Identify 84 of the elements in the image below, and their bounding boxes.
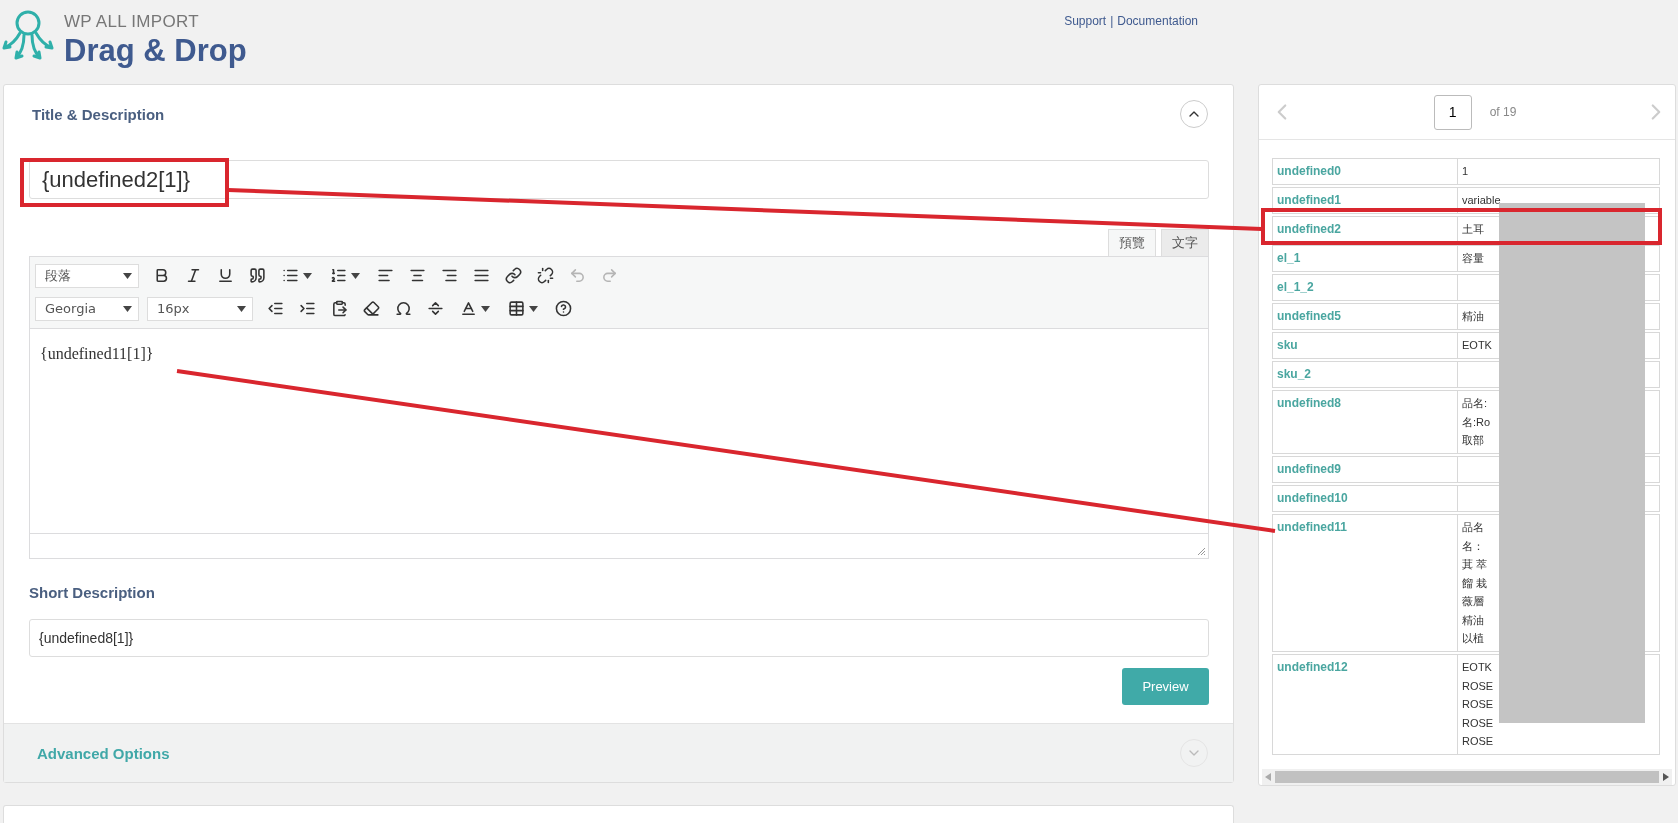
undo-icon (568, 267, 586, 284)
caret-icon (529, 305, 538, 312)
field-name-cell: sku_2 (1273, 362, 1458, 387)
align-right-icon (440, 267, 458, 284)
editor-tab[interactable]: 預覽 (1108, 229, 1156, 257)
field-name-cell: undefined12 (1273, 655, 1458, 754)
align-left-icon (376, 267, 394, 284)
caret-icon (123, 272, 132, 279)
short-description-field[interactable]: {undefined8[1]} (29, 619, 1209, 657)
field-value-text: ROSE (1462, 679, 1494, 693)
field-value-text: 品名 (1462, 521, 1484, 534)
support-link[interactable]: Support (1064, 14, 1107, 28)
caret-icon (351, 272, 360, 279)
help-icon (554, 300, 572, 317)
field-value-text: 以植 (1462, 632, 1484, 645)
caret-icon (303, 272, 312, 279)
field-value-text: 名： (1462, 539, 1484, 553)
brand-name: WP ALL IMPORT (64, 12, 200, 32)
collapse-button[interactable] (1180, 100, 1208, 128)
outdent-icon (266, 300, 284, 317)
field-name-cell: undefined1 (1273, 188, 1458, 213)
page-field[interactable]: 1 (1433, 94, 1472, 130)
documentation-link[interactable]: Documentation (1117, 14, 1198, 28)
caret-icon (481, 305, 490, 312)
field-name-cell: el_1 (1273, 246, 1458, 271)
field-value-text: 精油 (1462, 310, 1484, 323)
field-value-text: variable (1462, 194, 1501, 207)
field-value-text: ROSE (1462, 735, 1494, 748)
editor-content[interactable]: {undefined11[1]} (40, 345, 154, 362)
section-title: Title & Description (32, 105, 165, 123)
eraser-icon (362, 300, 380, 317)
clipboard-icon (330, 300, 348, 317)
field-name-cell: undefined10 (1273, 486, 1458, 511)
field-name-cell: undefined2 (1273, 217, 1458, 242)
field-name-cell: undefined8 (1273, 391, 1458, 453)
link-separator: | (1110, 14, 1114, 28)
field-value-text: 精油 (1462, 613, 1484, 627)
field-value-text: 取部 (1462, 434, 1484, 447)
field-value-text: 品名: (1462, 397, 1488, 410)
field-value-text: 薇層 (1462, 595, 1484, 608)
editor-tab[interactable]: 文字 (1161, 229, 1209, 257)
justify-icon (472, 267, 490, 284)
field-value-text: 土耳 (1462, 223, 1484, 236)
advanced-options-title: Advanced Options (37, 744, 170, 762)
field-value-text: 1 (1462, 165, 1469, 178)
field-name-cell: undefined9 (1273, 457, 1458, 482)
caret-icon (123, 305, 132, 312)
field-value-text: 萁 萃 (1462, 558, 1488, 571)
scrollbar-thumb[interactable] (1275, 771, 1659, 783)
field-value-text: ROSE (1462, 716, 1494, 730)
horizontal-line-icon (426, 300, 444, 317)
field-value-text: 餾 栽 (1462, 576, 1488, 590)
table-icon (508, 300, 525, 317)
redo-icon (600, 267, 618, 284)
field-value-text: EOTK (1462, 661, 1492, 674)
field-value-text: ROSE (1462, 698, 1494, 711)
resize-grip-icon[interactable] (1197, 547, 1206, 556)
text-color-icon (460, 300, 477, 317)
field-name-cell: el_1_2 (1273, 275, 1458, 300)
short-description-label: Short Description (29, 584, 156, 601)
field-value-text: EOTK (1462, 339, 1492, 352)
field-value-text: 名:Ro (1462, 415, 1491, 429)
field-name-cell: sku (1273, 333, 1458, 358)
field-name-cell: undefined11 (1273, 515, 1458, 651)
title-field[interactable]: {undefined2[1]} (29, 160, 1209, 199)
numbered-list-icon (330, 267, 347, 284)
field-name-cell: undefined5 (1273, 304, 1458, 329)
font-size-select[interactable]: 16px (147, 296, 253, 321)
align-center-icon (408, 267, 426, 284)
field-value-text: 容量 (1462, 252, 1484, 265)
page-title: Drag & Drop (64, 32, 247, 70)
field-name-cell: undefined0 (1273, 159, 1458, 184)
omega-icon (394, 300, 412, 317)
format-select[interactable]: 段落 (35, 263, 139, 288)
font-select[interactable]: Georgia (35, 296, 139, 321)
underline-icon (216, 267, 234, 284)
caret-icon (237, 305, 246, 312)
page-count: of 19 (1489, 105, 1517, 119)
bullet-list-icon (282, 267, 299, 284)
unlink-icon (536, 267, 554, 284)
indent-icon (298, 300, 316, 317)
scroll-right-icon[interactable] (1663, 773, 1669, 781)
link-icon (504, 267, 522, 284)
quote-icon (248, 267, 266, 284)
